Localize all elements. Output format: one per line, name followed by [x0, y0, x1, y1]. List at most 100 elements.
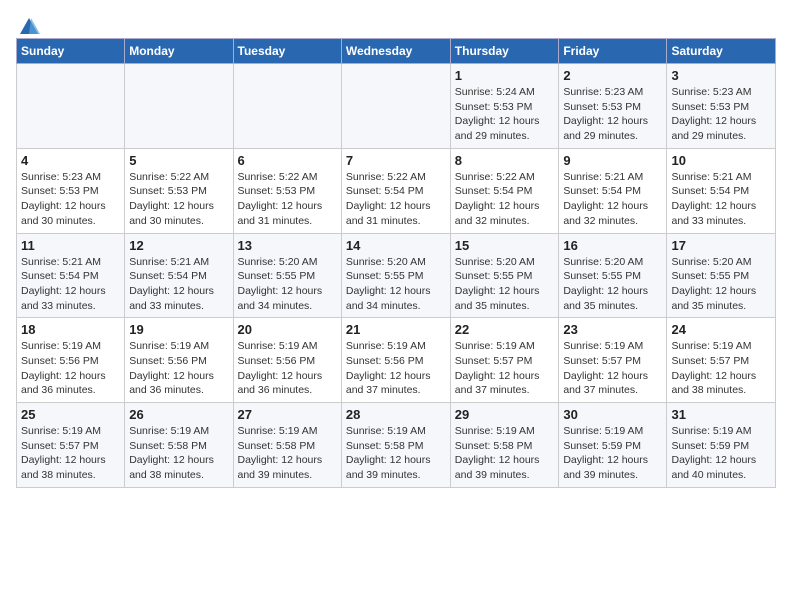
day-info: Sunrise: 5:23 AMSunset: 5:53 PMDaylight:… [563, 86, 648, 142]
logo-icon [18, 16, 40, 38]
day-number: 5 [129, 153, 228, 168]
day-number: 22 [455, 322, 555, 337]
day-number: 14 [346, 238, 446, 253]
calendar-cell: 1 Sunrise: 5:24 AMSunset: 5:53 PMDaylight… [450, 64, 559, 149]
day-number: 10 [671, 153, 771, 168]
header-tuesday: Tuesday [233, 39, 341, 64]
calendar-cell: 13 Sunrise: 5:20 AMSunset: 5:55 PMDayligh… [233, 233, 341, 318]
day-number: 23 [563, 322, 662, 337]
day-info: Sunrise: 5:22 AMSunset: 5:53 PMDaylight:… [238, 171, 323, 227]
calendar-cell: 24Sunrise: 5:19 AMSunset: 5:57 PMDayligh… [667, 318, 776, 403]
calendar-cell: 6Sunrise: 5:22 AMSunset: 5:53 PMDaylight… [233, 148, 341, 233]
day-info: Sunrise: 5:20 AMSunset: 5:55 PMDaylight:… [238, 256, 323, 312]
day-number: 16 [563, 238, 662, 253]
day-number: 17 [671, 238, 771, 253]
calendar-cell: 17 Sunrise: 5:20 AMSunset: 5:55 PMDayligh… [667, 233, 776, 318]
day-info: Sunrise: 5:19 AMSunset: 5:56 PMDaylight:… [21, 340, 106, 396]
calendar-cell: 8 Sunrise: 5:22 AMSunset: 5:54 PMDaylight… [450, 148, 559, 233]
day-number: 21 [346, 322, 446, 337]
day-number: 1 [455, 68, 555, 83]
calendar-cell: 3 Sunrise: 5:23 AMSunset: 5:53 PMDaylight… [667, 64, 776, 149]
header-saturday: Saturday [667, 39, 776, 64]
day-number: 30 [563, 407, 662, 422]
calendar-cell: 26Sunrise: 5:19 AMSunset: 5:58 PMDayligh… [125, 403, 233, 488]
calendar-week-row: 18 Sunrise: 5:19 AMSunset: 5:56 PMDayligh… [17, 318, 776, 403]
day-number: 13 [238, 238, 337, 253]
day-number: 27 [238, 407, 337, 422]
day-info: Sunrise: 5:24 AMSunset: 5:53 PMDaylight:… [455, 86, 540, 142]
day-number: 11 [21, 238, 120, 253]
day-info: Sunrise: 5:19 AMSunset: 5:58 PMDaylight:… [238, 425, 323, 481]
header-friday: Friday [559, 39, 667, 64]
calendar-cell: 10 Sunrise: 5:21 AMSunset: 5:54 PMDayligh… [667, 148, 776, 233]
day-info: Sunrise: 5:19 AMSunset: 5:56 PMDaylight:… [346, 340, 431, 396]
day-info: Sunrise: 5:21 AMSunset: 5:54 PMDaylight:… [129, 256, 214, 312]
calendar-cell: 11 Sunrise: 5:21 AMSunset: 5:54 PMDayligh… [17, 233, 125, 318]
calendar-cell: 19 Sunrise: 5:19 AMSunset: 5:56 PMDayligh… [125, 318, 233, 403]
calendar-cell: 31 Sunrise: 5:19 AMSunset: 5:59 PMDayligh… [667, 403, 776, 488]
day-info: Sunrise: 5:23 AMSunset: 5:53 PMDaylight:… [21, 171, 106, 227]
day-number: 28 [346, 407, 446, 422]
calendar-week-row: 1 Sunrise: 5:24 AMSunset: 5:53 PMDaylight… [17, 64, 776, 149]
day-info: Sunrise: 5:22 AMSunset: 5:54 PMDaylight:… [455, 171, 540, 227]
day-info: Sunrise: 5:23 AMSunset: 5:53 PMDaylight:… [671, 86, 756, 142]
day-info: Sunrise: 5:19 AMSunset: 5:58 PMDaylight:… [455, 425, 540, 481]
calendar-cell: 20 Sunrise: 5:19 AMSunset: 5:56 PMDayligh… [233, 318, 341, 403]
calendar-cell [341, 64, 450, 149]
day-number: 19 [129, 322, 228, 337]
calendar-cell: 12 Sunrise: 5:21 AMSunset: 5:54 PMDayligh… [125, 233, 233, 318]
day-info: Sunrise: 5:20 AMSunset: 5:55 PMDaylight:… [346, 256, 431, 312]
calendar-cell: 16 Sunrise: 5:20 AMSunset: 5:55 PMDayligh… [559, 233, 667, 318]
day-info: Sunrise: 5:19 AMSunset: 5:56 PMDaylight:… [129, 340, 214, 396]
header-thursday: Thursday [450, 39, 559, 64]
header-wednesday: Wednesday [341, 39, 450, 64]
day-number: 8 [455, 153, 555, 168]
day-info: Sunrise: 5:19 AMSunset: 5:58 PMDaylight:… [346, 425, 431, 481]
day-info: Sunrise: 5:20 AMSunset: 5:55 PMDaylight:… [671, 256, 756, 312]
day-number: 25 [21, 407, 120, 422]
day-info: Sunrise: 5:21 AMSunset: 5:54 PMDaylight:… [563, 171, 648, 227]
day-info: Sunrise: 5:21 AMSunset: 5:54 PMDaylight:… [671, 171, 756, 227]
logo [16, 16, 40, 34]
day-info: Sunrise: 5:22 AMSunset: 5:53 PMDaylight:… [129, 171, 214, 227]
calendar-cell: 7 Sunrise: 5:22 AMSunset: 5:54 PMDaylight… [341, 148, 450, 233]
day-number: 7 [346, 153, 446, 168]
day-number: 12 [129, 238, 228, 253]
calendar-cell: 15 Sunrise: 5:20 AMSunset: 5:55 PMDayligh… [450, 233, 559, 318]
calendar-cell: 9Sunrise: 5:21 AMSunset: 5:54 PMDaylight… [559, 148, 667, 233]
day-info: Sunrise: 5:20 AMSunset: 5:55 PMDaylight:… [455, 256, 540, 312]
calendar-cell: 28 Sunrise: 5:19 AMSunset: 5:58 PMDayligh… [341, 403, 450, 488]
day-info: Sunrise: 5:19 AMSunset: 5:59 PMDaylight:… [563, 425, 648, 481]
calendar-cell: 18 Sunrise: 5:19 AMSunset: 5:56 PMDayligh… [17, 318, 125, 403]
header-sunday: Sunday [17, 39, 125, 64]
calendar-table: SundayMondayTuesdayWednesdayThursdayFrid… [16, 38, 776, 488]
page-header [16, 16, 776, 34]
day-number: 18 [21, 322, 120, 337]
day-number: 29 [455, 407, 555, 422]
calendar-cell: 21 Sunrise: 5:19 AMSunset: 5:56 PMDayligh… [341, 318, 450, 403]
day-info: Sunrise: 5:19 AMSunset: 5:59 PMDaylight:… [671, 425, 756, 481]
day-info: Sunrise: 5:21 AMSunset: 5:54 PMDaylight:… [21, 256, 106, 312]
day-number: 15 [455, 238, 555, 253]
calendar-cell: 27 Sunrise: 5:19 AMSunset: 5:58 PMDayligh… [233, 403, 341, 488]
calendar-cell: 4 Sunrise: 5:23 AMSunset: 5:53 PMDaylight… [17, 148, 125, 233]
calendar-cell: 25Sunrise: 5:19 AMSunset: 5:57 PMDayligh… [17, 403, 125, 488]
day-number: 31 [671, 407, 771, 422]
day-number: 2 [563, 68, 662, 83]
calendar-header-row: SundayMondayTuesdayWednesdayThursdayFrid… [17, 39, 776, 64]
calendar-cell: 14 Sunrise: 5:20 AMSunset: 5:55 PMDayligh… [341, 233, 450, 318]
day-number: 4 [21, 153, 120, 168]
calendar-cell: 29 Sunrise: 5:19 AMSunset: 5:58 PMDayligh… [450, 403, 559, 488]
calendar-cell [17, 64, 125, 149]
day-number: 3 [671, 68, 771, 83]
calendar-cell: 30 Sunrise: 5:19 AMSunset: 5:59 PMDayligh… [559, 403, 667, 488]
day-info: Sunrise: 5:20 AMSunset: 5:55 PMDaylight:… [563, 256, 648, 312]
header-monday: Monday [125, 39, 233, 64]
day-info: Sunrise: 5:19 AMSunset: 5:56 PMDaylight:… [238, 340, 323, 396]
day-info: Sunrise: 5:19 AMSunset: 5:57 PMDaylight:… [563, 340, 648, 396]
day-number: 24 [671, 322, 771, 337]
day-info: Sunrise: 5:22 AMSunset: 5:54 PMDaylight:… [346, 171, 431, 227]
day-info: Sunrise: 5:19 AMSunset: 5:58 PMDaylight:… [129, 425, 214, 481]
day-number: 20 [238, 322, 337, 337]
calendar-cell: 23 Sunrise: 5:19 AMSunset: 5:57 PMDayligh… [559, 318, 667, 403]
